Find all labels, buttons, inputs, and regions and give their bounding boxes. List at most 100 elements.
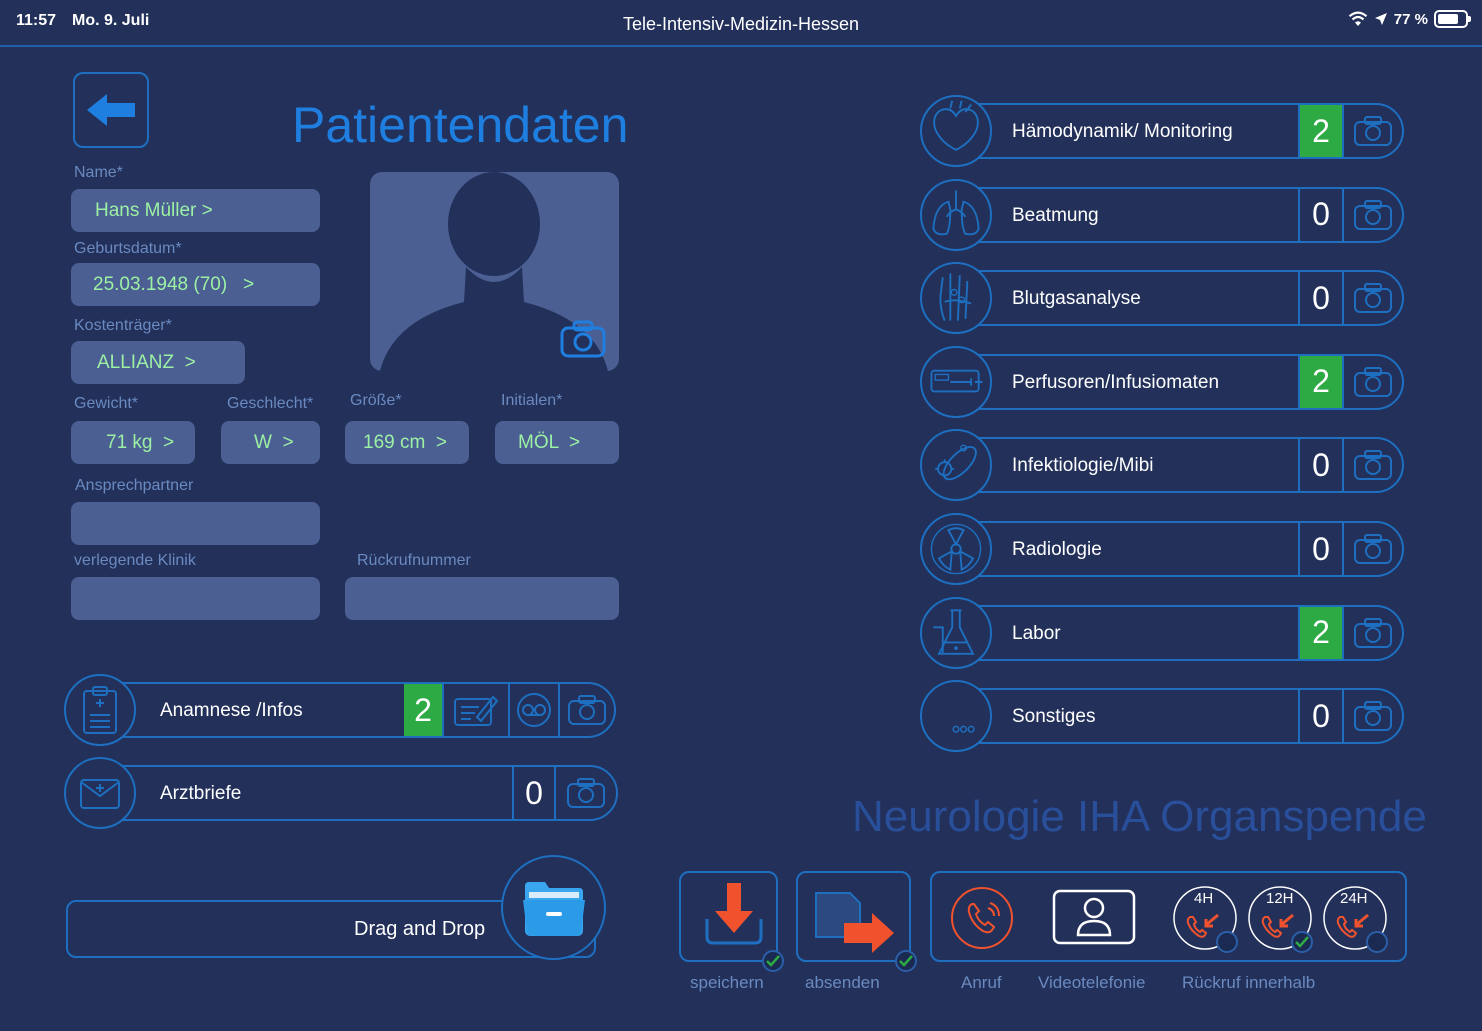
name-field[interactable]: Hans Müller > xyxy=(71,189,320,232)
more-icon xyxy=(920,680,992,753)
sex-value: W > xyxy=(254,431,294,453)
category-row[interactable]: Blutgasanalyse 0 xyxy=(930,270,1404,327)
phone-call-button[interactable] xyxy=(950,886,1014,950)
status-dot xyxy=(1366,931,1388,953)
clinic-field[interactable] xyxy=(71,577,320,620)
insurer-label: Kostenträger* xyxy=(74,317,172,334)
check-icon xyxy=(762,950,784,972)
category-camera-button[interactable] xyxy=(1342,690,1402,743)
anamnese-camera-button[interactable] xyxy=(558,684,614,736)
call-panel: 4H 12H 24H xyxy=(930,871,1407,962)
category-camera-button[interactable] xyxy=(1342,606,1402,659)
clipboard-icon xyxy=(64,674,136,746)
folder-button[interactable] xyxy=(501,855,606,960)
location-icon xyxy=(1374,13,1387,25)
category-row[interactable]: Beatmung 0 xyxy=(930,186,1404,243)
download-icon xyxy=(705,883,763,945)
height-field[interactable]: 169 cm > xyxy=(345,421,469,464)
category-row[interactable]: Labor 2 xyxy=(930,604,1404,661)
save-button[interactable] xyxy=(679,871,784,972)
callback-12h-button[interactable]: 12H xyxy=(1247,885,1313,953)
callback-4h-button[interactable]: 4H xyxy=(1172,885,1238,953)
category-camera-button[interactable] xyxy=(1342,105,1402,157)
send-button[interactable] xyxy=(796,871,917,972)
arztbriefe-row[interactable]: Arztbriefe 0 xyxy=(66,765,618,821)
anamnese-count: 2 xyxy=(404,684,442,736)
category-label: Blutgasanalyse xyxy=(1012,288,1141,310)
voicemail-icon xyxy=(517,693,551,727)
sex-label: Geschlecht* xyxy=(227,395,314,412)
weight-field[interactable]: 71 kg > xyxy=(71,421,195,464)
camera-icon xyxy=(568,695,606,725)
arztbriefe-count: 0 xyxy=(512,767,554,819)
page-title: Patientendaten xyxy=(292,97,629,153)
neuro-heading: Neurologie IHA Organspende xyxy=(852,792,1427,841)
check-icon xyxy=(1291,931,1313,953)
weight-label: Gewicht* xyxy=(74,395,139,412)
bacteria-icon xyxy=(920,429,992,502)
category-count: 0 xyxy=(1298,523,1342,575)
insurer-value: ALLIANZ > xyxy=(97,351,196,373)
voicemail-button[interactable] xyxy=(508,684,558,736)
callback-4h-label: 4H xyxy=(1194,890,1214,907)
battery-icon xyxy=(1434,10,1471,28)
birth-label: Geburtsdatum* xyxy=(74,240,182,257)
battery-percent: 77 % xyxy=(1393,10,1428,28)
category-camera-button[interactable] xyxy=(1342,188,1402,241)
patient-photo[interactable] xyxy=(370,172,619,371)
callback-24h-button[interactable]: 24H xyxy=(1322,885,1388,953)
arrow-left-icon xyxy=(87,94,135,126)
note-button[interactable] xyxy=(442,684,508,736)
callback-12h-label: 12H xyxy=(1266,890,1294,907)
video-call-button[interactable] xyxy=(1052,889,1136,945)
category-camera-button[interactable] xyxy=(1342,523,1402,575)
initials-field[interactable]: MÖL > xyxy=(495,421,619,464)
contact-label: Ansprechpartner xyxy=(75,477,194,494)
category-row[interactable]: Hämodynamik/ Monitoring 2 xyxy=(930,103,1404,159)
category-row[interactable]: Radiologie 0 xyxy=(930,521,1404,577)
camera-icon xyxy=(1354,450,1392,481)
heart-icon xyxy=(920,95,992,167)
envelope-icon xyxy=(64,757,136,829)
category-count: 0 xyxy=(1298,188,1342,241)
sex-field[interactable]: W > xyxy=(221,421,320,464)
app-title: Tele-Intensiv-Medizin-Hessen xyxy=(622,14,860,34)
category-camera-button[interactable] xyxy=(1342,272,1402,325)
arztbriefe-label: Arztbriefe xyxy=(160,783,242,804)
camera-icon xyxy=(567,778,605,808)
callback-field[interactable] xyxy=(345,577,619,620)
birthdate-field[interactable]: 25.03.1948 (70) > xyxy=(71,263,320,306)
category-row[interactable]: Infektiologie/Mibi 0 xyxy=(930,437,1404,494)
category-count: 0 xyxy=(1298,690,1342,743)
camera-icon xyxy=(1354,283,1392,314)
category-label: Labor xyxy=(1012,622,1061,644)
folder-icon xyxy=(522,881,585,936)
name-label: Name* xyxy=(74,164,123,181)
callback-24h-label: 24H xyxy=(1340,890,1368,907)
clinic-label: verlegende Klinik xyxy=(74,552,196,569)
category-camera-button[interactable] xyxy=(1342,355,1402,408)
category-camera-button[interactable] xyxy=(1342,439,1402,492)
category-row[interactable]: Perfusoren/Infusiomaten 2 xyxy=(930,353,1404,410)
name-value: Hans Müller > xyxy=(95,199,213,221)
status-indicators: 77 % xyxy=(1348,10,1471,28)
insurer-field[interactable]: ALLIANZ > xyxy=(71,341,245,384)
height-value: 169 cm > xyxy=(363,431,447,453)
arztbriefe-camera-button[interactable] xyxy=(554,767,616,819)
hand-icon xyxy=(920,262,992,335)
birthdate-value: 25.03.1948 (70) > xyxy=(93,273,255,295)
category-label: Infektiologie/Mibi xyxy=(1012,455,1154,477)
camera-icon[interactable] xyxy=(560,320,606,358)
contact-field[interactable] xyxy=(71,502,320,545)
anamnese-row[interactable]: Anamnese /Infos 2 xyxy=(66,682,616,738)
back-button[interactable] xyxy=(73,72,149,148)
category-label: Radiologie xyxy=(1012,539,1102,560)
category-label: Hämodynamik/ Monitoring xyxy=(1012,121,1233,142)
send-label: absenden xyxy=(805,973,880,992)
drag-drop-label: Drag and Drop xyxy=(354,918,486,940)
call-label: Anruf xyxy=(961,973,1002,992)
category-row[interactable]: Sonstiges 0 xyxy=(930,688,1404,745)
camera-icon xyxy=(1354,116,1392,146)
check-icon xyxy=(895,950,917,972)
edit-note-icon xyxy=(454,695,499,726)
